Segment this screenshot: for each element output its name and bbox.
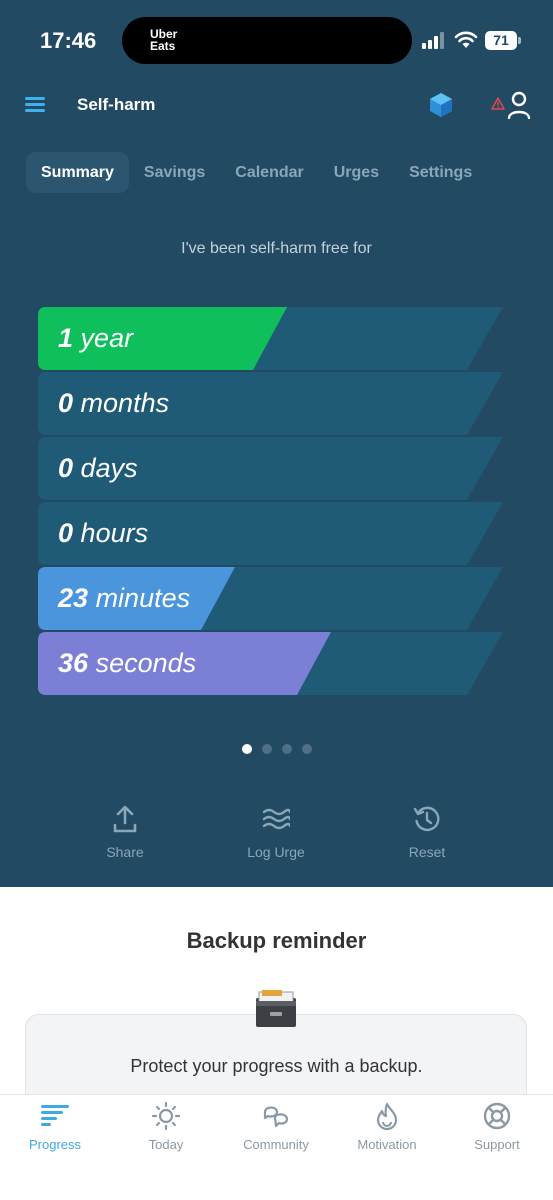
status-time: 17:46: [40, 28, 97, 53]
page-indicator[interactable]: [0, 744, 553, 754]
share-icon: [113, 805, 137, 833]
counter-months: 0 months: [38, 372, 503, 435]
file-cabinet-icon: [256, 990, 296, 1027]
nav-support[interactable]: Support: [442, 1101, 552, 1152]
nav-community[interactable]: Community: [221, 1101, 331, 1152]
counter-years: 1 year: [38, 307, 503, 370]
backup-message: Protect your progress with a backup.: [130, 1056, 423, 1076]
counter-unit: minutes: [95, 583, 191, 613]
log-urge-button[interactable]: Log Urge: [216, 804, 336, 860]
wifi-icon: [454, 31, 478, 48]
tab-summary[interactable]: Summary: [26, 152, 129, 193]
flame-icon: [376, 1102, 398, 1131]
counter-unit: hours: [80, 518, 149, 548]
counter-unit: seconds: [95, 648, 197, 678]
nav-motivation[interactable]: Motivation: [332, 1101, 442, 1152]
page-title: Self-harm: [77, 95, 156, 114]
counter-value: 0: [58, 388, 74, 418]
page-dot[interactable]: [281, 744, 292, 754]
counter-value: 36: [58, 648, 89, 678]
tab-calendar[interactable]: Calendar: [220, 152, 318, 193]
tab-bar: Summary Savings Calendar Urges Settings: [26, 152, 487, 193]
profile-icon[interactable]: [507, 91, 531, 119]
counter-hours: 0 hours: [38, 502, 503, 565]
bottom-nav: Progress Today Community Motivation Supp…: [0, 1094, 553, 1200]
warning-icon[interactable]: [491, 97, 505, 110]
counter-unit: days: [80, 453, 138, 483]
community-icon: [263, 1106, 289, 1128]
nav-label: Progress: [28, 1137, 82, 1152]
uber-eats-label: Uber Eats: [150, 27, 178, 53]
backup-reminder-title: Backup reminder: [186, 928, 367, 953]
counter-value: 23: [58, 583, 89, 613]
reset-button[interactable]: Reset: [367, 804, 487, 860]
counter-minutes: 23 minutes: [38, 567, 503, 630]
hamburger-menu-icon[interactable]: [25, 97, 45, 113]
app-top-panel: 17:46 Uber Eats 71 Self-harm Summary Sav…: [0, 0, 553, 887]
battery-level: 71: [485, 31, 517, 50]
sun-icon: [151, 1101, 181, 1131]
page-dot[interactable]: [241, 744, 252, 754]
reset-label: Reset: [408, 844, 446, 860]
nav-label: Motivation: [357, 1137, 417, 1152]
log-urge-label: Log Urge: [247, 844, 305, 860]
dynamic-island[interactable]: Uber Eats: [122, 17, 412, 64]
tab-settings[interactable]: Settings: [394, 152, 487, 193]
streak-intro-text: I've been self-harm free for: [181, 240, 372, 257]
waves-icon: [262, 808, 290, 830]
counter-value: 1: [58, 323, 74, 353]
premium-hexagon-icon[interactable]: [430, 93, 452, 117]
counter-seconds: 36 seconds: [38, 632, 503, 695]
tab-savings[interactable]: Savings: [129, 152, 220, 193]
streak-counter: 1 year 0 months 0 days 0 hours 23 minute…: [38, 307, 503, 697]
counter-value: 0: [58, 453, 74, 483]
battery-icon: 71: [485, 31, 521, 50]
nav-progress[interactable]: Progress: [0, 1101, 110, 1152]
nav-label: Community: [243, 1137, 309, 1152]
cellular-signal-icon: [422, 32, 444, 49]
progress-icon: [41, 1105, 69, 1126]
lifebuoy-icon: [483, 1102, 511, 1130]
nav-label: Today: [148, 1137, 184, 1152]
nav-today[interactable]: Today: [111, 1101, 221, 1152]
tab-urges[interactable]: Urges: [319, 152, 394, 193]
counter-unit: months: [80, 388, 170, 418]
share-label: Share: [106, 844, 144, 860]
counter-unit: year: [80, 323, 134, 353]
share-button[interactable]: Share: [65, 804, 185, 860]
nav-label: Support: [474, 1137, 520, 1152]
counter-days: 0 days: [38, 437, 503, 500]
page-dot[interactable]: [261, 744, 272, 754]
page-dot[interactable]: [301, 744, 312, 754]
history-icon: [413, 806, 440, 832]
counter-value: 0: [58, 518, 74, 548]
